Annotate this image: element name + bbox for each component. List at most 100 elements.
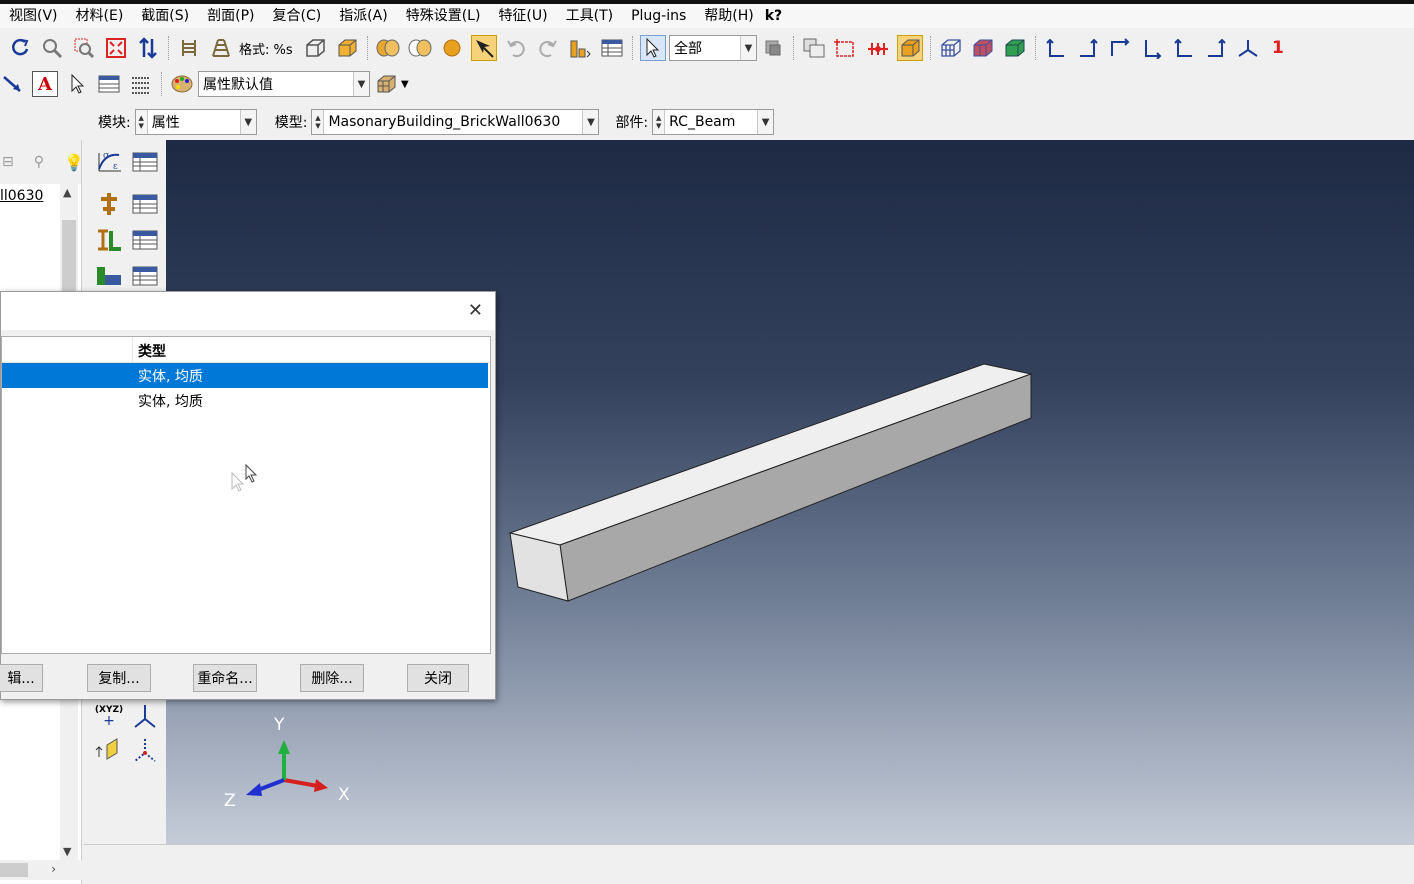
profile-manager-icon[interactable]	[130, 262, 160, 290]
render-shaded-icon[interactable]	[1002, 35, 1028, 61]
rotate-icon[interactable]	[7, 35, 33, 61]
select-arrow-icon[interactable]	[640, 35, 666, 61]
part-select[interactable]: ▲ ▼ RC_Beam ▼	[652, 109, 775, 135]
module-select[interactable]: ▲ ▼ 属性 ▼	[134, 109, 257, 135]
view-bottom-icon[interactable]	[1139, 35, 1165, 61]
column-header-type[interactable]: 类型	[138, 341, 166, 361]
assignment-manager-icon[interactable]	[130, 226, 160, 254]
scroll-thumb[interactable]	[0, 863, 28, 877]
create-datum-csys-icon[interactable]: (XYZ) +	[94, 702, 124, 730]
zoom-icon[interactable]	[39, 35, 65, 61]
view-left-icon[interactable]	[1171, 35, 1197, 61]
list-item[interactable]: 实体, 均质	[2, 388, 490, 413]
datum-axis-icon[interactable]	[130, 702, 160, 730]
sphere-icon[interactable]	[439, 35, 465, 61]
column-divider[interactable]	[132, 337, 133, 363]
display-group-dropdown-icon[interactable]: ▼	[401, 79, 409, 90]
datum-plane-icon[interactable]	[833, 35, 859, 61]
menu-special[interactable]: 特殊设置(L)	[397, 5, 490, 27]
create-profile-icon[interactable]	[94, 262, 124, 290]
truss-icon[interactable]	[208, 35, 234, 61]
scroll-up-icon[interactable]: ▲	[63, 186, 71, 199]
redo-icon[interactable]	[535, 35, 561, 61]
chevron-down-icon[interactable]: ▼	[353, 72, 369, 96]
menu-material[interactable]: 材料(E)	[67, 5, 133, 27]
view-cut-icon[interactable]	[897, 35, 923, 61]
chevron-down-icon[interactable]: ▼	[239, 110, 256, 134]
render-hidden-icon[interactable]	[970, 35, 996, 61]
model-select[interactable]: ▲ ▼ MasonaryBuilding_BrickWall0630 ▼	[311, 109, 600, 135]
copy-button[interactable]: 复制...	[87, 664, 151, 692]
spinner-icon[interactable]: ▲ ▼	[135, 110, 148, 134]
tree-node-model[interactable]: ll0630	[0, 188, 43, 204]
line-icon[interactable]	[176, 35, 202, 61]
boolean-intersect-icon[interactable]	[407, 35, 433, 61]
selection-options-icon[interactable]	[760, 35, 786, 61]
selection-filter-select[interactable]: 全部 ▼	[669, 35, 757, 61]
manager-icon[interactable]	[96, 71, 122, 97]
menu-tools[interactable]: 工具(T)	[557, 5, 622, 27]
menu-feature[interactable]: 特征(U)	[489, 5, 556, 27]
spinner-icon[interactable]: ▲ ▼	[312, 110, 325, 134]
tree-horizontal-scrollbar[interactable]: ›	[0, 860, 82, 880]
scroll-right-icon[interactable]: ›	[51, 862, 56, 876]
datum-plane-tool-icon[interactable]	[94, 736, 124, 764]
list-icon[interactable]	[128, 71, 154, 97]
view-back-icon[interactable]	[1075, 35, 1101, 61]
pointer-icon[interactable]	[64, 71, 90, 97]
lightbulb-icon[interactable]: 💡	[64, 153, 84, 172]
query-copy-icon[interactable]	[801, 35, 827, 61]
view-top-icon[interactable]	[1107, 35, 1133, 61]
menu-view[interactable]: 视图(V)	[0, 5, 67, 27]
view-right-icon[interactable]	[1203, 35, 1229, 61]
list-item[interactable]: 实体, 均质	[2, 363, 488, 388]
beam-front-face[interactable]	[559, 373, 1032, 602]
chevron-down-icon[interactable]: ▼	[740, 36, 756, 60]
pan-vertical-icon[interactable]	[135, 35, 161, 61]
shaded-cube-icon[interactable]	[334, 35, 360, 61]
tree-expand-icon[interactable]: ⚲	[34, 154, 44, 170]
attribute-default-select[interactable]: 属性默认值 ▼	[198, 71, 370, 97]
color-palette-icon[interactable]	[169, 71, 195, 97]
view-iso-icon[interactable]	[1235, 35, 1261, 61]
menu-help[interactable]: 帮助(H)	[695, 5, 762, 27]
section-list[interactable]: 类型 实体, 均质 实体, 均质	[1, 336, 491, 654]
context-help-icon[interactable]: k?	[763, 8, 782, 24]
spinner-icon[interactable]: ▲ ▼	[653, 110, 666, 134]
probe-icon[interactable]	[865, 35, 891, 61]
section-manager-icon[interactable]	[130, 190, 160, 218]
menu-composite[interactable]: 复合(C)	[263, 5, 330, 27]
partition-icon[interactable]	[567, 35, 593, 61]
table-icon[interactable]	[599, 35, 625, 61]
arrow-annotation-icon[interactable]	[0, 71, 26, 97]
menu-profile[interactable]: 剖面(P)	[198, 5, 263, 27]
menu-plugins[interactable]: Plug-ins	[622, 5, 695, 27]
render-style-box[interactable]: 格式: %s	[239, 35, 299, 61]
close-icon[interactable]: ✕	[468, 300, 483, 321]
undo-icon[interactable]	[503, 35, 529, 61]
material-manager-icon[interactable]	[130, 148, 160, 176]
scroll-down-icon[interactable]: ▼	[63, 845, 71, 858]
auto-fit-icon[interactable]	[103, 35, 129, 61]
close-button[interactable]: 关闭	[407, 664, 469, 692]
boolean-union-icon[interactable]	[375, 35, 401, 61]
view-front-icon[interactable]	[1043, 35, 1069, 61]
chevron-down-icon[interactable]: ▼	[757, 110, 774, 134]
text-annotation-icon[interactable]: A	[32, 71, 58, 97]
menu-assign[interactable]: 指派(A)	[330, 5, 397, 27]
assign-section-icon[interactable]	[94, 226, 124, 254]
display-group-icon[interactable]	[374, 71, 400, 97]
rename-button[interactable]: 重命名...	[193, 664, 257, 692]
view-number[interactable]: 1	[1272, 38, 1284, 58]
delete-button[interactable]: 删除...	[300, 664, 364, 692]
edit-button[interactable]: 辑...	[0, 664, 43, 692]
wireframe-cube-icon[interactable]	[302, 35, 328, 61]
create-section-icon[interactable]	[94, 190, 124, 218]
render-wireframe-icon[interactable]	[938, 35, 964, 61]
create-material-icon[interactable]: σε	[94, 148, 124, 176]
tree-filter-icon[interactable]: ⊟	[2, 154, 14, 170]
chevron-down-icon[interactable]: ▼	[582, 110, 599, 134]
menu-section[interactable]: 截面(S)	[132, 5, 198, 27]
select-query-icon[interactable]	[471, 35, 497, 61]
box-zoom-icon[interactable]	[71, 35, 97, 61]
